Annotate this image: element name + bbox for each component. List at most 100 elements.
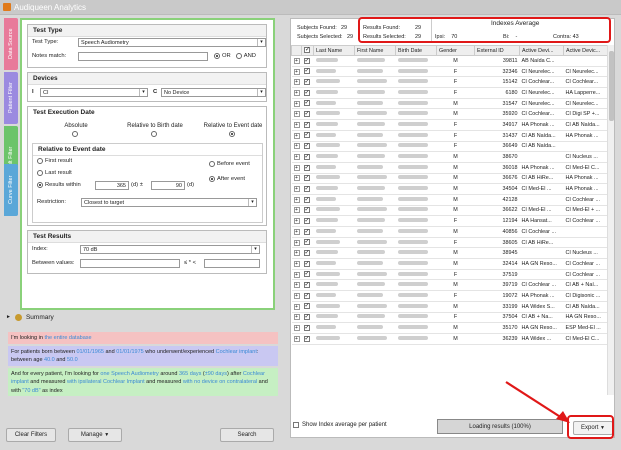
row-checkbox[interactable]	[301, 108, 314, 121]
row-checkbox[interactable]	[301, 173, 314, 185]
row-checkbox[interactable]	[301, 66, 314, 78]
table-row[interactable]: + M34504CI Med-El ...HA Phonak ...	[291, 183, 609, 195]
row-checkbox[interactable]	[301, 269, 314, 281]
tolerance-input[interactable]: 90	[151, 181, 185, 190]
or-radio[interactable]	[214, 53, 220, 59]
notes-match-input[interactable]	[78, 52, 208, 61]
expand-cell[interactable]: +	[291, 258, 302, 270]
table-row[interactable]: + M36622CI Med-El ...CI Med-El + ...	[291, 205, 609, 217]
last-result-radio[interactable]	[37, 170, 43, 176]
table-scrollbar[interactable]	[607, 45, 614, 395]
tab-patient-filter[interactable]: Patient Filter	[4, 72, 18, 124]
row-checkbox[interactable]	[301, 183, 314, 195]
results-within-radio[interactable]	[37, 182, 43, 188]
col-external-id[interactable]: External ID	[474, 45, 520, 56]
contra-device-select[interactable]: No Device ▾	[161, 88, 266, 97]
expand-cell[interactable]: +	[291, 151, 302, 163]
event-date-radio[interactable]	[229, 131, 235, 137]
after-event-radio[interactable]	[209, 176, 215, 182]
table-row[interactable]: + F12194HA Hansat...CI Cochlear ...	[291, 215, 609, 227]
row-checkbox[interactable]	[301, 119, 314, 131]
row-checkbox[interactable]	[301, 301, 314, 313]
test-type-select[interactable]: Speech Audiometry ▾	[78, 38, 266, 47]
table-row[interactable]: + M40856CI Cochlear ...	[291, 226, 609, 238]
table-row[interactable]: + F38605CI AB HiRe...	[291, 237, 609, 249]
expand-cell[interactable]: +	[291, 269, 302, 281]
and-radio[interactable]	[235, 53, 242, 59]
row-checkbox[interactable]	[301, 87, 314, 99]
expand-cell[interactable]: +	[291, 87, 302, 99]
row-checkbox[interactable]	[301, 226, 314, 238]
expand-cell[interactable]: +	[291, 322, 302, 334]
expand-cell[interactable]: +	[291, 247, 302, 260]
index-select[interactable]: 70 dB ▾	[80, 245, 260, 254]
search-button[interactable]: Search	[220, 428, 274, 442]
expand-cell[interactable]: +	[291, 66, 302, 78]
table-row[interactable]: + F34917HA Phonak ...CI AB Naída...	[291, 119, 609, 131]
row-checkbox[interactable]	[301, 322, 314, 334]
row-checkbox[interactable]	[301, 205, 314, 217]
col-birth-date[interactable]: Birth Date	[395, 45, 437, 56]
table-row[interactable]: + F36649CI AB Naída...	[291, 141, 609, 153]
tab-data-source[interactable]: Data Source	[4, 18, 18, 70]
expand-cell[interactable]: +	[291, 226, 302, 238]
row-checkbox[interactable]	[301, 55, 314, 67]
select-all-checkbox[interactable]	[301, 45, 314, 56]
ipsi-device-select[interactable]: CI ▾	[40, 88, 148, 97]
expand-cell[interactable]: +	[291, 76, 302, 89]
row-checkbox[interactable]	[301, 237, 314, 249]
table-row[interactable]: +M31547CI Neurelec...CI Neurelec...	[291, 98, 609, 110]
expand-cell[interactable]: +	[291, 301, 302, 313]
row-checkbox[interactable]	[301, 247, 314, 260]
scrollbar-thumb[interactable]	[609, 51, 614, 121]
col-gender[interactable]: Gender	[436, 45, 475, 56]
table-row[interactable]: + F37504CI AB + Na...HA GN Reso...	[291, 312, 609, 324]
table-row[interactable]: + M35170HA GN Reso...ESP Med-El ...	[291, 322, 609, 334]
first-result-radio[interactable]	[37, 158, 43, 164]
table-row[interactable]: + M39719CI Cochlear ...CI AB + Naí...	[291, 279, 609, 292]
tab-curve-filter[interactable]: Curve Filter	[4, 164, 18, 216]
days-input[interactable]: 365	[95, 181, 129, 190]
expand-cell[interactable]: +	[291, 194, 302, 206]
row-checkbox[interactable]	[301, 312, 314, 324]
expand-cell[interactable]: +	[291, 119, 302, 131]
table-row[interactable]: + M38945 CI Nucleus ...	[291, 247, 609, 260]
expand-cell[interactable]: +	[291, 290, 302, 302]
expand-cell[interactable]: +	[291, 237, 302, 249]
expand-cell[interactable]: +	[291, 205, 302, 217]
manage-button[interactable]: Manage ▼	[68, 428, 122, 442]
row-checkbox[interactable]	[301, 130, 314, 142]
row-checkbox[interactable]	[301, 279, 314, 292]
col-active-device-1[interactable]: Active Devi...	[519, 45, 564, 56]
between-max-input[interactable]	[204, 259, 260, 268]
row-checkbox[interactable]	[301, 76, 314, 89]
table-row[interactable]: +F15142CI Cochlear...CI Cochlear...	[291, 76, 609, 89]
table-row[interactable]: + F6180CI Neurelec...HA Lapperre...	[291, 87, 609, 99]
table-row[interactable]: + M42128 CI Cochlear ...	[291, 194, 609, 206]
clear-filters-button[interactable]: Clear Filters	[6, 428, 56, 442]
summary-header[interactable]: ► Summary	[6, 312, 276, 322]
expand-cell[interactable]: +	[291, 312, 302, 324]
between-min-input[interactable]	[80, 259, 180, 268]
restriction-select[interactable]: Closest to target ▾	[81, 198, 257, 207]
table-row[interactable]: +F32346CI Neurelec...CI Neurelec...	[291, 66, 609, 78]
row-checkbox[interactable]	[301, 162, 314, 174]
expand-cell[interactable]: +	[291, 279, 302, 292]
table-row[interactable]: + M35920CI Cochlear...CI Digi SP +...	[291, 108, 609, 121]
col-first-name[interactable]: First Name	[354, 45, 396, 56]
expand-cell[interactable]: +	[291, 183, 302, 195]
table-row[interactable]: + M39811AB Naída C...	[291, 55, 609, 67]
row-checkbox[interactable]	[301, 194, 314, 206]
col-active-device-2[interactable]: Active Devic...	[563, 45, 609, 56]
expand-cell[interactable]: +	[291, 98, 302, 110]
row-checkbox[interactable]	[301, 333, 314, 345]
row-checkbox[interactable]	[301, 290, 314, 302]
expand-cell[interactable]: +	[291, 141, 302, 153]
show-average-checkbox[interactable]	[293, 422, 299, 428]
expand-cell[interactable]: +	[291, 108, 302, 121]
row-checkbox[interactable]	[301, 151, 314, 163]
absolute-radio[interactable]	[72, 131, 78, 137]
expand-cell[interactable]: +	[291, 55, 302, 67]
table-row[interactable]: + M36239HA Widex ...CI Med-El C...	[291, 333, 609, 345]
before-event-radio[interactable]	[209, 161, 215, 167]
